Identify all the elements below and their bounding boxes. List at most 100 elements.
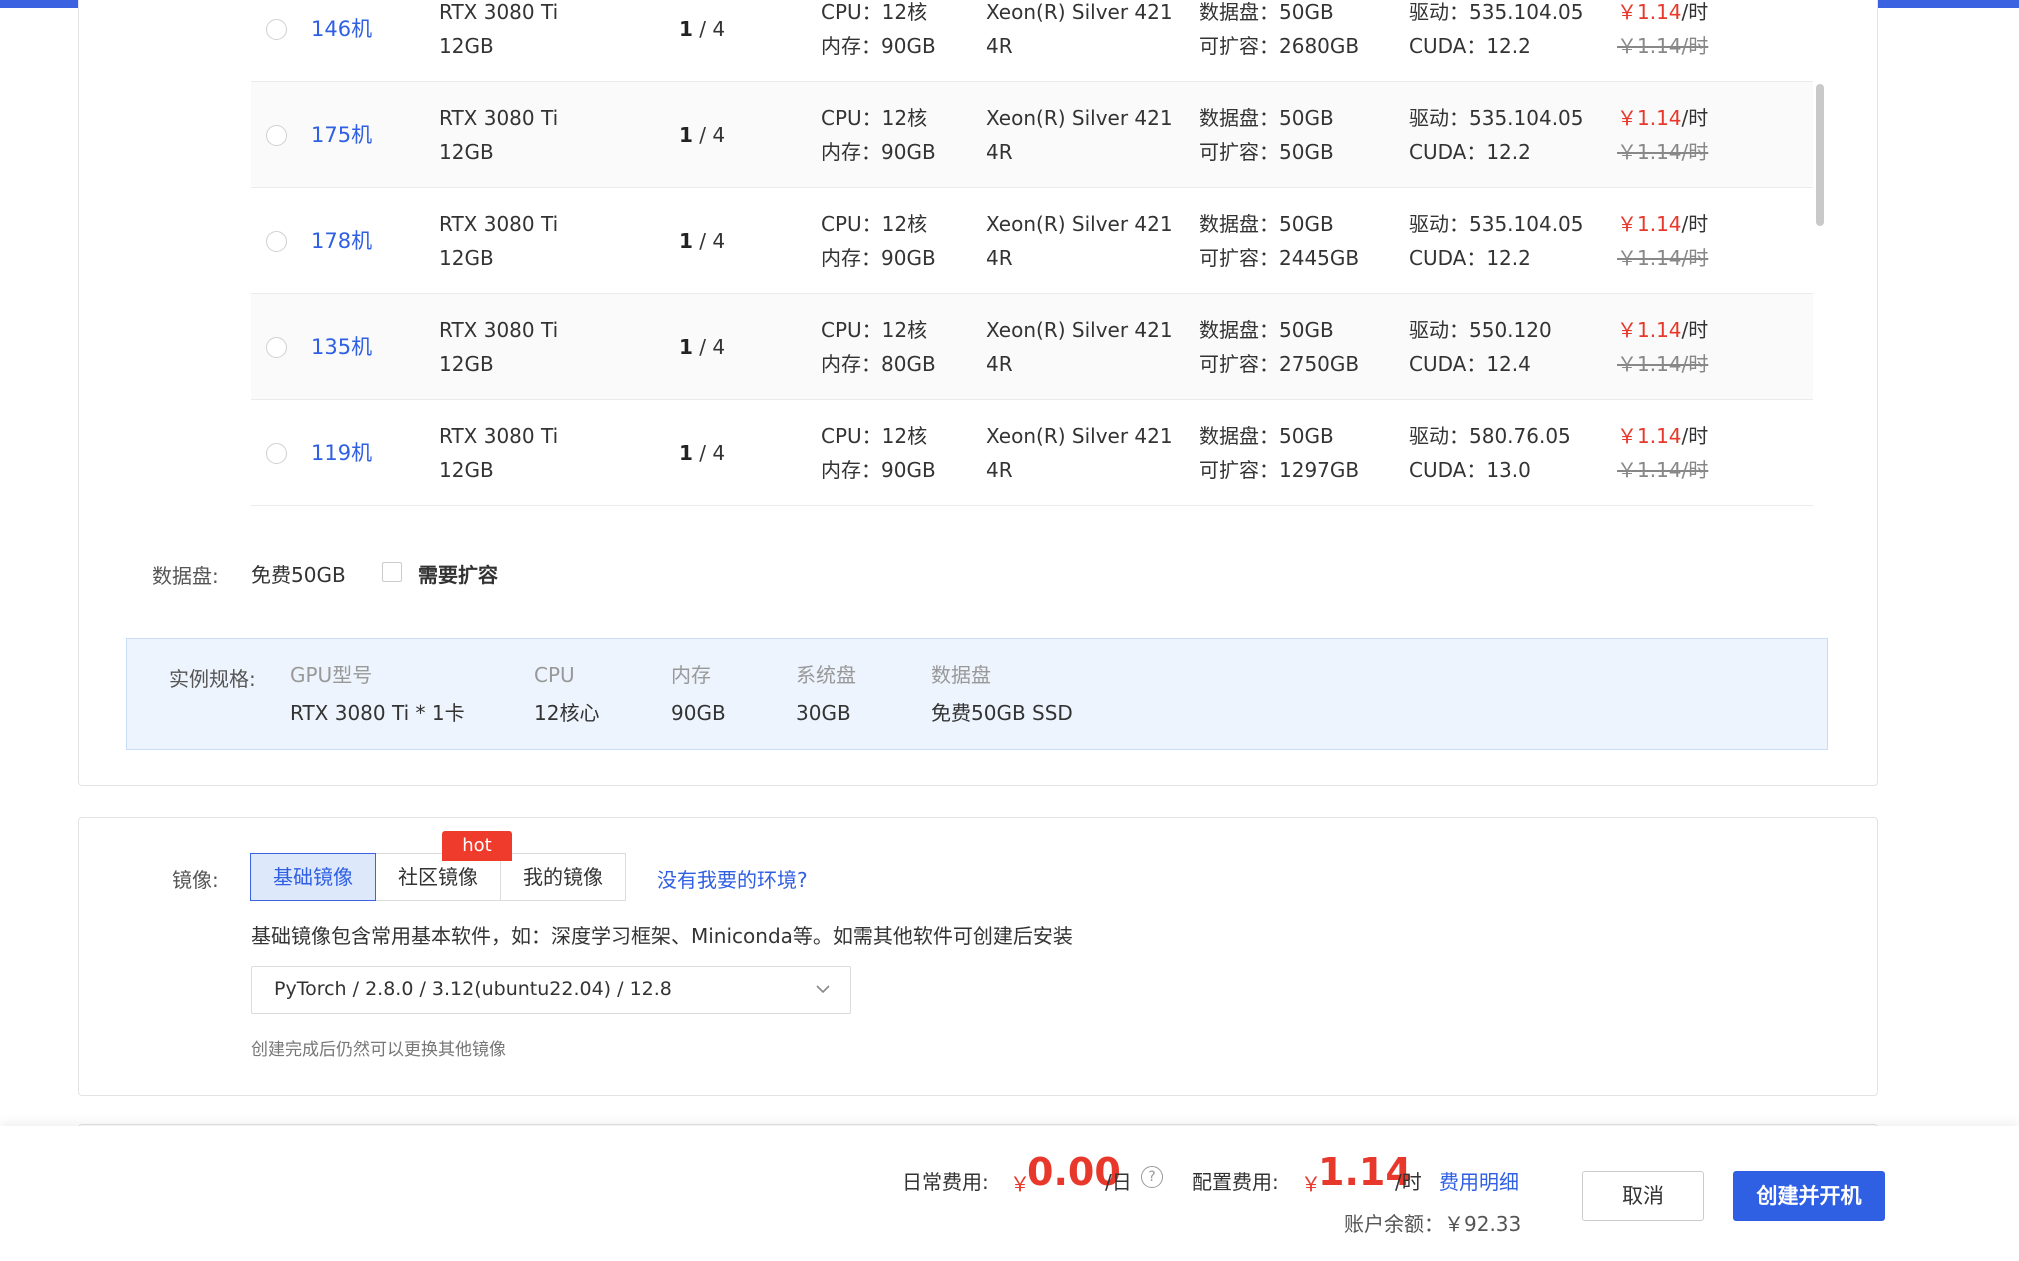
price-info: ￥1.14/时 ￥1.14/时 <box>1617 101 1708 169</box>
tab-base-image[interactable]: 基础镜像 <box>250 853 376 901</box>
expandable-size: 可扩容：2680GB <box>1199 34 1360 58</box>
machine-name-link[interactable]: 146机 <box>311 12 372 46</box>
machine-row[interactable]: 178机 RTX 3080 Ti 12GB 1 / 4 CPU：12核 内存：90GB Xe… <box>251 188 1813 294</box>
price-info: ￥1.14/时 ￥1.14/时 <box>1617 207 1708 275</box>
cuda-version: CUDA：12.2 <box>1409 34 1531 58</box>
cpu-mem: CPU：12核 内存：80GB <box>821 313 936 381</box>
cpu-model-line2: 4R <box>986 140 1013 164</box>
tab-my-image[interactable]: 我的镜像 <box>500 853 626 901</box>
expandable-size: 可扩容：50GB <box>1199 140 1334 164</box>
driver-info: 驱动：535.104.05 CUDA：12.2 <box>1409 207 1584 275</box>
data-disk-label: 数据盘: <box>152 564 219 588</box>
price-info: ￥1.14/时 ￥1.14/时 <box>1617 313 1708 381</box>
machine-name-link[interactable]: 175机 <box>311 118 372 152</box>
gpu-name: RTX 3080 Ti <box>439 424 559 448</box>
instance-spec-box: 实例规格: GPU型号 RTX 3080 Ti * 1卡 CPU 12核心 内存… <box>126 638 1828 750</box>
price-unit: /时 <box>1681 0 1709 24</box>
price-current: ￥1.14 <box>1617 212 1682 236</box>
gpu-memory: 12GB <box>439 34 494 58</box>
cpu-model-line2: 4R <box>986 352 1013 376</box>
cpu-cores: CPU：12核 <box>821 0 928 24</box>
cpu-model-line2: 4R <box>986 246 1013 270</box>
price-original: ￥1.14/时 <box>1617 34 1709 58</box>
gpu-free-count: 1 <box>679 17 693 41</box>
fee-detail-link[interactable]: 费用明细 <box>1439 1166 1519 1195</box>
gpu-total-count: / 4 <box>692 123 726 147</box>
image-change-hint: 创建完成后仍然可以更换其他镜像 <box>251 1040 506 1060</box>
gpu-name: RTX 3080 Ti <box>439 212 559 236</box>
spec-head: 系统盘 <box>796 663 856 687</box>
cpu-mem: CPU：12核 内存：90GB <box>821 101 936 169</box>
data-disk-free-value: 免费50GB <box>251 563 346 587</box>
daily-fee-unit: /日 <box>1105 1170 1132 1194</box>
machine-radio[interactable] <box>266 443 287 464</box>
disk-info: 数据盘：50GB 可扩容：1297GB <box>1199 419 1359 487</box>
disk-info: 数据盘：50GB 可扩容：2445GB <box>1199 207 1359 275</box>
machine-row[interactable]: 175机 RTX 3080 Ti 12GB 1 / 4 CPU：12核 内存：90GB Xe… <box>251 82 1813 188</box>
machine-radio[interactable] <box>266 231 287 252</box>
spec-data-disk: 数据盘 免费50GB SSD <box>931 661 1073 727</box>
hot-badge: hot <box>442 831 512 861</box>
driver-info: 驱动：535.104.05 CUDA：12.2 <box>1409 0 1584 63</box>
machine-row[interactable]: 135机 RTX 3080 Ti 12GB 1 / 4 CPU：12核 内存：80GB Xe… <box>251 294 1813 400</box>
spec-cpu: CPU 12核心 <box>534 661 599 727</box>
machine-table-scrollbar[interactable] <box>1816 78 1826 528</box>
machine-table: 146机 RTX 3080 Ti 12GB 1 / 4 CPU：12核 内存：90GB Xe… <box>251 0 1831 506</box>
machine-radio[interactable] <box>266 19 287 40</box>
gpu-availability: 1 / 4 <box>679 12 725 46</box>
image-version-value: PyTorch / 2.8.0 / 3.12(ubuntu22.04) / 12… <box>274 978 672 1000</box>
cpu-mem: CPU：12核 内存：90GB <box>821 0 936 63</box>
gpu-model: RTX 3080 Ti 12GB <box>439 313 558 381</box>
memory-size: 内存：90GB <box>821 140 936 164</box>
image-version-select[interactable]: PyTorch / 2.8.0 / 3.12(ubuntu22.04) / 12… <box>251 966 851 1014</box>
cuda-version: CUDA：12.2 <box>1409 246 1531 270</box>
expandable-size: 可扩容：2445GB <box>1199 246 1360 270</box>
machine-name-link[interactable]: 135机 <box>311 330 372 364</box>
price-unit: /时 <box>1681 212 1709 236</box>
driver-version: 驱动：535.104.05 <box>1409 212 1584 236</box>
gpu-availability: 1 / 4 <box>679 330 725 364</box>
daily-fee-label: 日常费用: <box>902 1170 989 1194</box>
cancel-button[interactable]: 取消 <box>1582 1171 1704 1221</box>
machine-radio[interactable] <box>266 125 287 146</box>
create-and-start-button[interactable]: 创建并开机 <box>1733 1171 1885 1221</box>
gpu-free-count: 1 <box>679 335 693 359</box>
spec-system-disk: 系统盘 30GB <box>796 661 856 727</box>
machine-name-link[interactable]: 178机 <box>311 224 372 258</box>
cpu-model: Xeon(R) Silver 421 4R <box>986 419 1173 487</box>
help-icon[interactable]: ? <box>1141 1166 1163 1188</box>
driver-version: 驱动：535.104.05 <box>1409 106 1584 130</box>
image-hint-text: 基础镜像包含常用基本软件，如：深度学习框架、Miniconda等。如需其他软件可… <box>251 924 1073 948</box>
driver-info: 驱动：550.120 CUDA：12.4 <box>1409 313 1552 381</box>
cpu-model-line1: Xeon(R) Silver 421 <box>986 106 1173 130</box>
driver-version: 驱动：550.120 <box>1409 318 1552 342</box>
machine-radio[interactable] <box>266 337 287 358</box>
price-original: ￥1.14/时 <box>1617 458 1709 482</box>
price-current: ￥1.14 <box>1617 318 1682 342</box>
cpu-mem: CPU：12核 内存：90GB <box>821 207 936 275</box>
chevron-down-icon <box>814 979 832 997</box>
cpu-model: Xeon(R) Silver 421 4R <box>986 313 1173 381</box>
machine-name-link[interactable]: 119机 <box>311 436 372 470</box>
memory-size: 内存：90GB <box>821 34 936 58</box>
spec-head: GPU型号 <box>290 663 373 687</box>
machine-row[interactable]: 146机 RTX 3080 Ti 12GB 1 / 4 CPU：12核 内存：90GB Xe… <box>251 0 1813 82</box>
account-balance: 账户余额：￥92.33 <box>1344 1212 1522 1236</box>
cpu-cores: CPU：12核 <box>821 212 928 236</box>
machine-row[interactable]: 119机 RTX 3080 Ti 12GB 1 / 4 CPU：12核 内存：90GB Xe… <box>251 400 1813 506</box>
data-disk-expand-label[interactable]: 需要扩容 <box>418 559 498 588</box>
price-current: ￥1.14 <box>1617 106 1682 130</box>
data-disk-expand-checkbox[interactable] <box>382 562 402 582</box>
driver-version: 驱动：535.104.05 <box>1409 0 1584 24</box>
gpu-model: RTX 3080 Ti 12GB <box>439 101 558 169</box>
spec-head: CPU <box>534 663 575 687</box>
spec-memory: 内存 90GB <box>671 661 726 727</box>
cpu-model-line1: Xeon(R) Silver 421 <box>986 318 1173 342</box>
price-original: ￥1.14/时 <box>1617 140 1709 164</box>
memory-size: 内存：80GB <box>821 352 936 376</box>
gpu-name: RTX 3080 Ti <box>439 0 559 24</box>
cpu-model-line2: 4R <box>986 458 1013 482</box>
driver-info: 驱动：535.104.05 CUDA：12.2 <box>1409 101 1584 169</box>
no-env-link[interactable]: 没有我要的环境? <box>657 864 808 893</box>
machine-table-scroll-thumb[interactable] <box>1816 84 1824 226</box>
